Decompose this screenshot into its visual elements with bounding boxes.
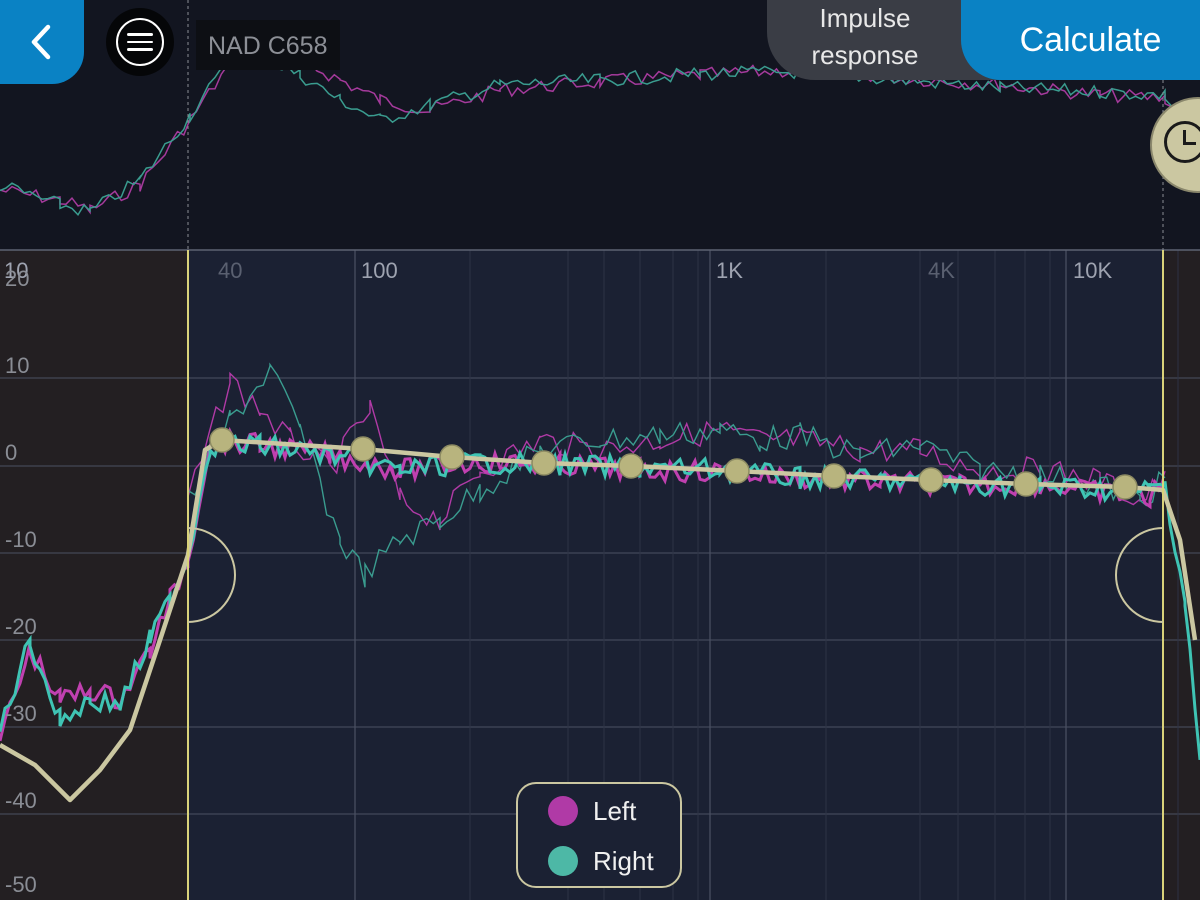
freq-label-4k: 4K [928,258,955,283]
low-cut-handle [187,527,236,623]
db-label-0: 0 [5,440,18,465]
db-label-minus-30: -30 [5,701,37,726]
left-bold-trace [0,426,1167,742]
eq-control-point[interactable] [439,444,465,470]
menu-button[interactable] [106,8,174,76]
channel-legend: Left Right [516,782,682,888]
eq-control-point[interactable] [724,458,750,484]
calculate-button[interactable]: Calculate [961,0,1200,80]
response-plot [0,0,1200,900]
device-name-label: NAD C658 [196,20,340,70]
db-label-minus-10: -10 [5,527,37,552]
db-label-minus-40: -40 [5,788,37,813]
legend-label-right: Right [593,845,654,876]
right-channel-dot [548,846,578,876]
db-label-10: 10 [5,353,30,378]
freq-label-40: 40 [218,258,243,283]
eq-control-point[interactable] [618,453,644,479]
eq-control-point[interactable] [531,450,557,476]
freq-label-1k: 1K [716,258,743,283]
legend-label-left: Left [593,795,637,826]
legend-item-right[interactable]: Right [548,844,654,878]
eq-control-point[interactable] [1013,471,1039,497]
impulse-label-line-1: Impulse [819,3,911,33]
eq-control-point[interactable] [918,467,944,493]
eq-control-point[interactable] [821,463,847,489]
db-label-minus-50: -50 [5,872,37,897]
left-channel-dot [548,796,578,826]
impulse-label-line-2: response [811,40,919,70]
chevron-left-icon [31,24,51,60]
back-button[interactable] [0,0,84,84]
freq-label-10k: 10K [1073,258,1113,283]
freq-label-100: 100 [361,258,398,283]
db-label-20: 20 [5,266,30,291]
eq-control-point[interactable] [209,427,235,453]
eq-control-point[interactable] [350,436,376,462]
high-cut-handle [1115,527,1164,623]
left-measurement-trace [187,371,1166,531]
eq-control-point[interactable] [1112,474,1138,500]
clock-icon [1164,121,1200,163]
hamburger-menu-icon [116,18,164,66]
legend-item-left[interactable]: Left [548,794,636,828]
db-label-minus-20: -20 [5,614,37,639]
